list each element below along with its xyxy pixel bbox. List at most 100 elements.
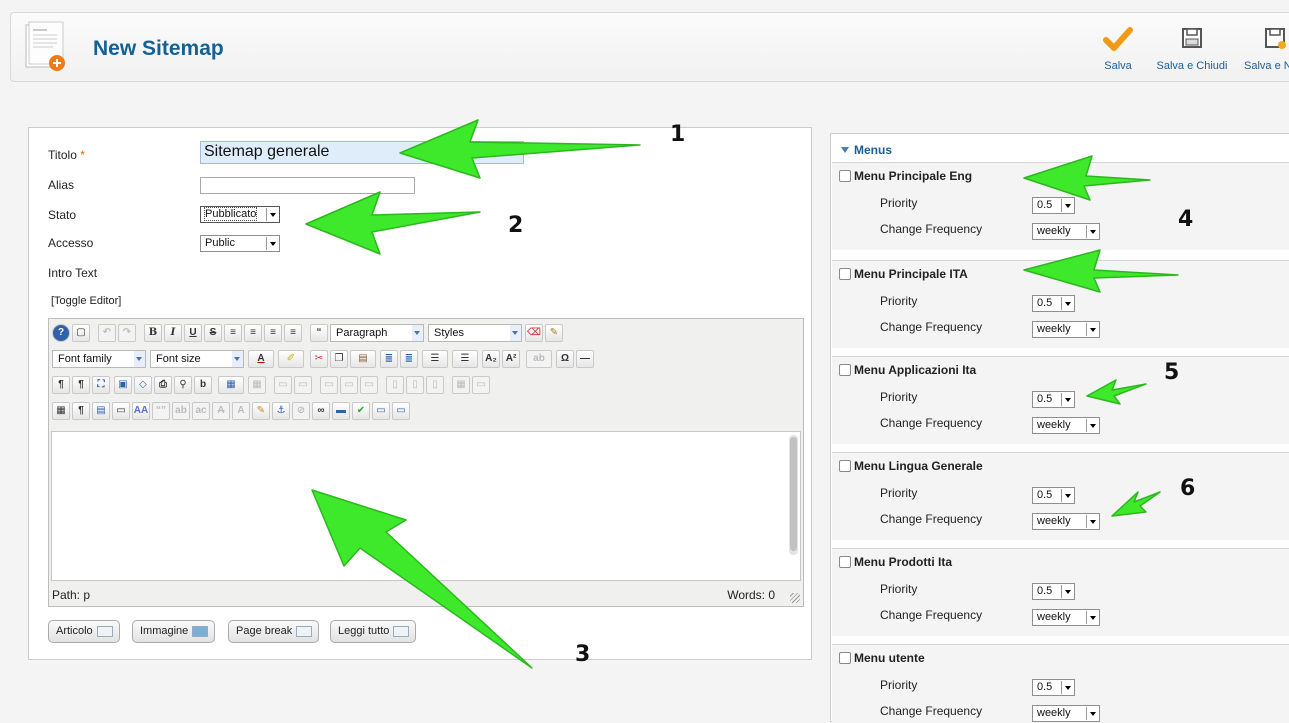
undo-icon[interactable]: ↶ [98, 324, 116, 342]
horizontal-rule-icon[interactable]: — [576, 350, 594, 368]
format-select[interactable]: Paragraph [330, 324, 424, 342]
frequency-select[interactable]: weekly [1032, 609, 1100, 626]
frequency-select[interactable]: weekly [1032, 321, 1100, 338]
frequency-select[interactable]: weekly [1032, 705, 1100, 722]
cell-props-icon[interactable]: ▭ [294, 376, 312, 394]
page-break-button[interactable]: Page break [228, 620, 320, 643]
delete-col-icon[interactable]: ▯ [426, 376, 444, 394]
menus-section-toggle[interactable]: Menus [841, 143, 892, 157]
image-icon[interactable]: ▬ [332, 402, 350, 420]
editor-content-area[interactable] [51, 431, 801, 581]
styles-select[interactable]: Styles [428, 324, 522, 342]
pagebreak-icon[interactable]: ▭ [392, 402, 410, 420]
background-color-icon[interactable]: ab [526, 350, 552, 368]
spellcheck-icon[interactable]: ✔ [352, 402, 370, 420]
acronym-icon[interactable]: ac [192, 402, 210, 420]
priority-select[interactable]: 0.5 [1032, 679, 1075, 696]
priority-select[interactable]: 0.5 [1032, 487, 1075, 504]
numbered-list-icon[interactable]: ☰ [452, 350, 478, 368]
copy-icon[interactable]: ❐ [330, 350, 348, 368]
media-icon[interactable]: ▭ [372, 402, 390, 420]
row-props-icon[interactable]: ▭ [274, 376, 292, 394]
resize-handle[interactable] [790, 593, 800, 603]
highlight-color-icon[interactable]: ✐ [278, 350, 304, 368]
show-blocks-icon[interactable]: ¶ [72, 402, 90, 420]
read-more-button[interactable]: Leggi tutto [330, 620, 417, 643]
insert-row-after-icon[interactable]: ▭ [340, 376, 358, 394]
bold-icon[interactable]: B [144, 324, 162, 342]
split-cells-icon[interactable]: ▦ [452, 376, 470, 394]
alias-input[interactable] [200, 177, 415, 194]
insert-col-after-icon[interactable]: ▯ [406, 376, 424, 394]
menu-checkbox[interactable] [839, 170, 851, 182]
fullscreen-icon[interactable]: ⛶ [92, 376, 110, 394]
save-button[interactable]: Salva [1093, 13, 1143, 83]
align-center-icon[interactable]: ≡ [244, 324, 262, 342]
anchor-icon[interactable]: ⚓ [272, 402, 290, 420]
cleanup-brush-icon[interactable]: ✎ [545, 324, 563, 342]
strikethrough-icon[interactable]: S [204, 324, 222, 342]
priority-select[interactable]: 0.5 [1032, 197, 1075, 214]
menu-checkbox[interactable] [839, 460, 851, 472]
subscript-icon[interactable]: A₂ [482, 350, 500, 368]
preview-icon[interactable]: ▣ [114, 376, 132, 394]
template-icon[interactable]: ▤ [92, 402, 110, 420]
table-icon[interactable]: ▦ [218, 376, 244, 394]
ins-icon[interactable]: A [232, 402, 250, 420]
code-icon[interactable]: ◇ [134, 376, 152, 394]
unlink-icon[interactable]: ⊘ [292, 402, 310, 420]
redo-icon[interactable]: ↷ [118, 324, 136, 342]
priority-select[interactable]: 0.5 [1032, 583, 1075, 600]
replace-icon[interactable]: b [194, 376, 212, 394]
visual-aid-icon[interactable]: ▦ [52, 402, 70, 420]
paste-text-icon[interactable]: ≣ [380, 350, 398, 368]
merge-cells-icon[interactable]: ▭ [472, 376, 490, 394]
underline-icon[interactable]: U [184, 324, 202, 342]
menu-checkbox[interactable] [839, 556, 851, 568]
font-size-select[interactable]: Font size [150, 350, 244, 368]
save-and-close-button[interactable]: Salva e Chiudi [1146, 13, 1238, 83]
frequency-select[interactable]: weekly [1032, 417, 1100, 434]
link-icon[interactable]: ∞ [312, 402, 330, 420]
insert-article-button[interactable]: Articolo [48, 620, 120, 643]
priority-select[interactable]: 0.5 [1032, 295, 1075, 312]
font-family-select[interactable]: Font family [52, 350, 146, 368]
layer-icon[interactable]: ▭ [112, 402, 130, 420]
menu-checkbox[interactable] [839, 364, 851, 376]
eraser-icon[interactable]: ⌫ [525, 324, 543, 342]
align-right-icon[interactable]: ≡ [264, 324, 282, 342]
frequency-select[interactable]: weekly [1032, 513, 1100, 530]
paste-word-icon[interactable]: ≣ [400, 350, 418, 368]
attributes-icon[interactable]: ✎ [252, 402, 270, 420]
abbr-icon[interactable]: ab [172, 402, 190, 420]
rtl-icon[interactable]: ¶ [72, 376, 90, 394]
ltr-icon[interactable]: ¶ [52, 376, 70, 394]
special-char-icon[interactable]: Ω [556, 350, 574, 368]
priority-select[interactable]: 0.5 [1032, 391, 1075, 408]
blockquote-icon[interactable]: “ [310, 324, 328, 342]
accesso-select[interactable]: Public [200, 235, 280, 252]
help-icon[interactable]: ? [52, 324, 70, 342]
bullet-list-icon[interactable]: ☰ [422, 350, 448, 368]
print-icon[interactable]: ⎙ [154, 376, 172, 394]
toggle-editor-link[interactable]: [Toggle Editor] [51, 295, 121, 307]
insert-col-before-icon[interactable]: ▯ [386, 376, 404, 394]
delete-table-icon[interactable]: ▦ [248, 376, 266, 394]
insert-image-button[interactable]: Immagine [132, 620, 216, 643]
align-left-icon[interactable]: ≡ [224, 324, 242, 342]
align-justify-icon[interactable]: ≡ [284, 324, 302, 342]
superscript-icon[interactable]: A² [502, 350, 520, 368]
editor-scrollbar[interactable] [789, 435, 798, 555]
titolo-input[interactable]: Sitemap generale [200, 141, 524, 164]
new-document-icon[interactable]: ▢ [72, 324, 90, 342]
del-icon[interactable]: A [212, 402, 230, 420]
delete-row-icon[interactable]: ▭ [360, 376, 378, 394]
menu-checkbox[interactable] [839, 652, 851, 664]
menu-checkbox[interactable] [839, 268, 851, 280]
stato-select[interactable]: Pubblicato [200, 206, 280, 223]
insert-row-before-icon[interactable]: ▭ [320, 376, 338, 394]
frequency-select[interactable]: weekly [1032, 223, 1100, 240]
text-color-icon[interactable]: A [248, 350, 274, 368]
cite-icon[interactable]: “” [152, 402, 170, 420]
cut-icon[interactable]: ✂ [310, 350, 328, 368]
